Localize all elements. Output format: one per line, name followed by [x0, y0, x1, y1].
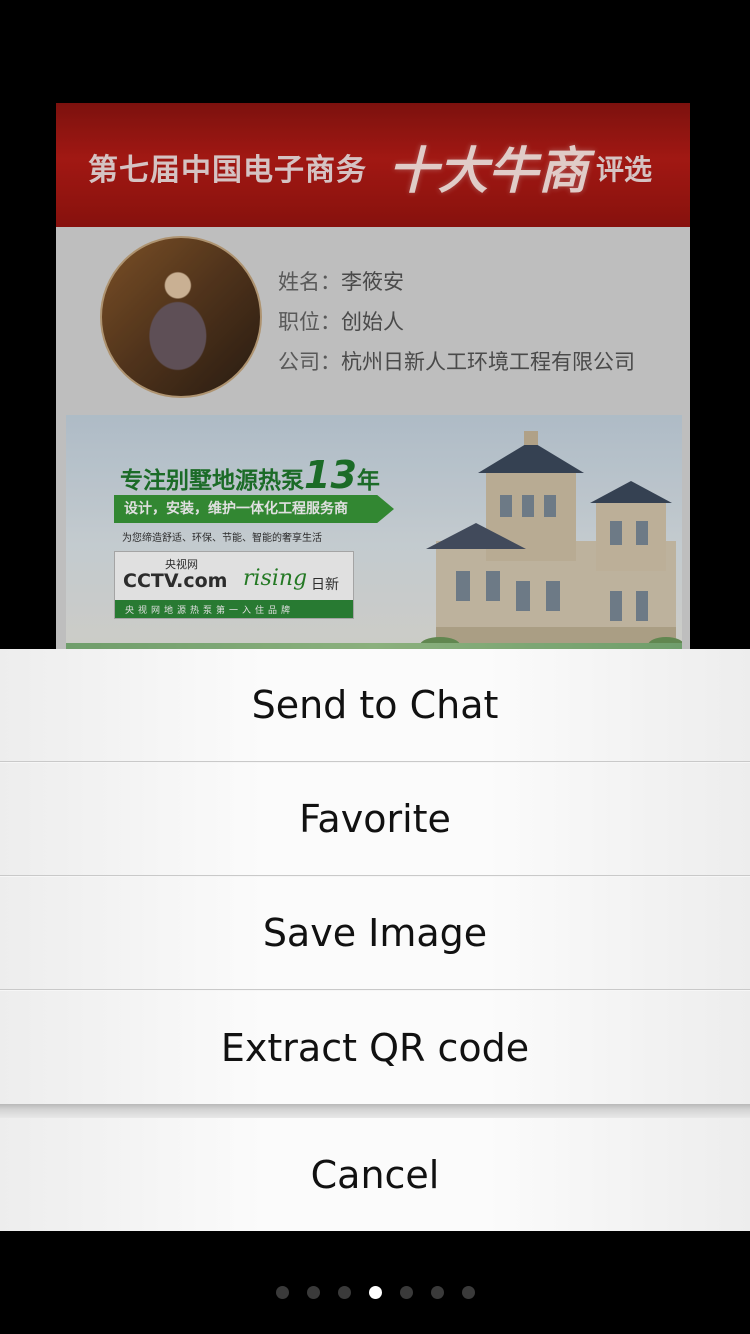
- ad-headline: 专注别墅地源热泵13年: [120, 453, 380, 497]
- profile-title-value: 创始人: [341, 310, 404, 334]
- ad-logo-box: 央视网 CCTV.com rising 日新 央视网地源热泵第一入住品牌: [114, 551, 354, 619]
- profile-name-value: 李筱安: [341, 270, 404, 294]
- ad-headline-number: 13: [304, 453, 357, 497]
- logo-bar-text: 央视网地源热泵第一入住品牌: [125, 606, 295, 616]
- save-image-label: Save Image: [262, 911, 488, 955]
- ad-tagline: 为您缔造舒适、环保、节能、智能的奢享生活: [122, 533, 322, 544]
- cctv-logo: CCTV.com: [123, 570, 228, 592]
- profile-company-row: 公司：杭州日新人工环境工程有限公司: [278, 346, 635, 376]
- profile-name-label: 姓名：: [278, 270, 341, 294]
- ad-headline-text: 专注别墅地源热泵: [120, 468, 304, 494]
- banner-prefix: 第七届中国电子商务: [88, 153, 367, 188]
- send-to-chat-label: Send to Chat: [251, 683, 499, 727]
- page-dot[interactable]: [430, 1286, 444, 1299]
- page-dot[interactable]: [368, 1286, 382, 1299]
- banner-highlight: 十大牛商: [388, 141, 588, 200]
- profile-title-label: 职位：: [278, 310, 341, 334]
- rising-cn-text: 日新: [311, 577, 339, 593]
- save-image-button[interactable]: Save Image: [0, 877, 750, 990]
- villa-illustration: [420, 431, 682, 653]
- image-banner: 第七届中国电子商务 十大牛商 评选: [56, 103, 690, 227]
- send-to-chat-button[interactable]: Send to Chat: [0, 649, 750, 762]
- page-dot[interactable]: [306, 1286, 320, 1299]
- page-dot[interactable]: [337, 1286, 351, 1299]
- sheet-separator: [0, 1104, 750, 1118]
- profile-title-row: 职位：创始人: [278, 306, 404, 336]
- rising-logo: rising: [243, 566, 308, 591]
- page-dot[interactable]: [461, 1286, 475, 1299]
- cancel-button[interactable]: Cancel: [0, 1118, 750, 1231]
- profile-company-value: 杭州日新人工环境工程有限公司: [341, 350, 635, 374]
- ad-strip-text: 设计，安装，维护一体化工程服务商: [124, 501, 348, 517]
- profile-photo: [100, 236, 262, 398]
- favorite-button[interactable]: Favorite: [0, 763, 750, 876]
- page-dot[interactable]: [399, 1286, 413, 1299]
- viewed-image[interactable]: 第七届中国电子商务 十大牛商 评选 姓名：李筱安 职位：创始人 公司：杭州日新人…: [56, 103, 690, 663]
- favorite-label: Favorite: [299, 797, 451, 841]
- extract-qr-code-button[interactable]: Extract QR code: [0, 991, 750, 1104]
- profile-name-row: 姓名：李筱安: [278, 266, 404, 296]
- logo-bar: 央视网地源热泵第一入住品牌: [115, 600, 353, 618]
- ad-panel: 专注别墅地源热泵13年 设计，安装，维护一体化工程服务商 为您缔造舒适、环保、节…: [66, 415, 682, 653]
- page-indicator[interactable]: [0, 1286, 750, 1302]
- image-viewer: 第七届中国电子商务 十大牛商 评选 姓名：李筱安 职位：创始人 公司：杭州日新人…: [0, 0, 750, 1334]
- action-sheet: Send to Chat Favorite Save Image Extract…: [0, 649, 750, 1231]
- ad-headline-unit: 年: [356, 468, 380, 494]
- page-dot[interactable]: [275, 1286, 289, 1299]
- extract-qr-code-label: Extract QR code: [220, 1025, 530, 1070]
- profile-company-label: 公司：: [278, 350, 341, 374]
- cancel-label: Cancel: [310, 1152, 440, 1197]
- banner-suffix: 评选: [596, 153, 653, 186]
